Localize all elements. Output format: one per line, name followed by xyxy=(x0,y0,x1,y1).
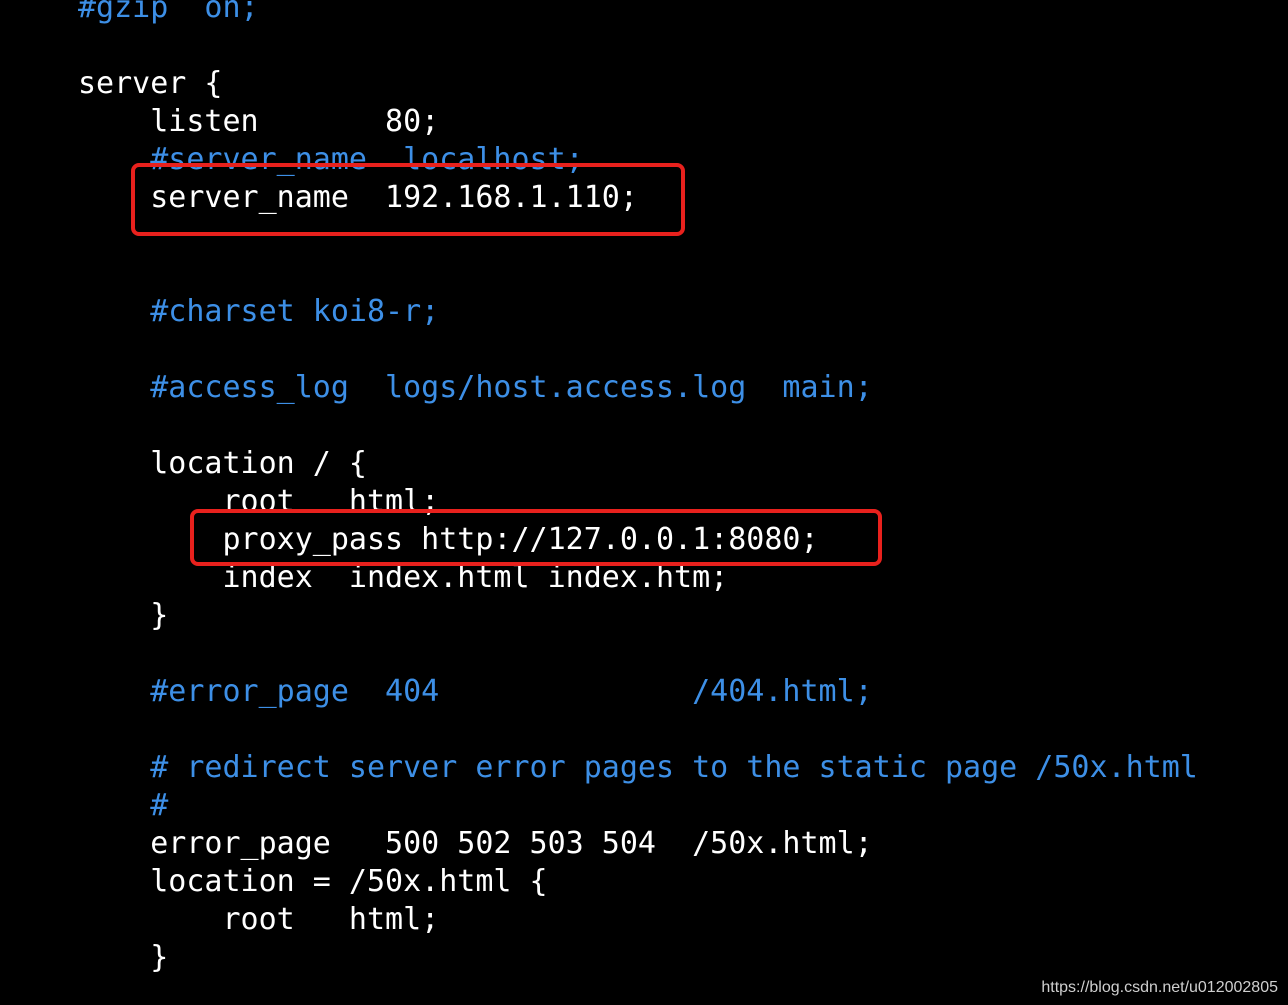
code-line: #charset koi8-r; xyxy=(78,294,440,329)
code-line: #access_log logs/host.access.log main; xyxy=(78,370,873,405)
terminal-window: #gzip on; server { listen 80; #server_na… xyxy=(0,0,1288,1005)
code-line: } xyxy=(78,940,169,975)
code-line: location / { xyxy=(78,446,367,481)
code-line: root html; xyxy=(78,902,440,937)
code-line: # xyxy=(78,788,169,823)
code-line: location = /50x.html { xyxy=(78,864,548,899)
code-line: #error_page 404 /404.html; xyxy=(78,674,873,709)
code-line: error_page 500 502 503 504 /50x.html; xyxy=(78,826,873,861)
server-name-highlight-box xyxy=(131,163,685,236)
code-line: #gzip on; xyxy=(78,0,259,25)
watermark: https://blog.csdn.net/u012002805 xyxy=(1041,979,1278,996)
proxy-pass-highlight-box xyxy=(190,509,882,566)
code-line: server { xyxy=(78,66,223,101)
code-line: # redirect server error pages to the sta… xyxy=(78,750,1198,785)
code-line: } xyxy=(78,598,169,633)
code-line: listen 80; xyxy=(78,104,440,139)
